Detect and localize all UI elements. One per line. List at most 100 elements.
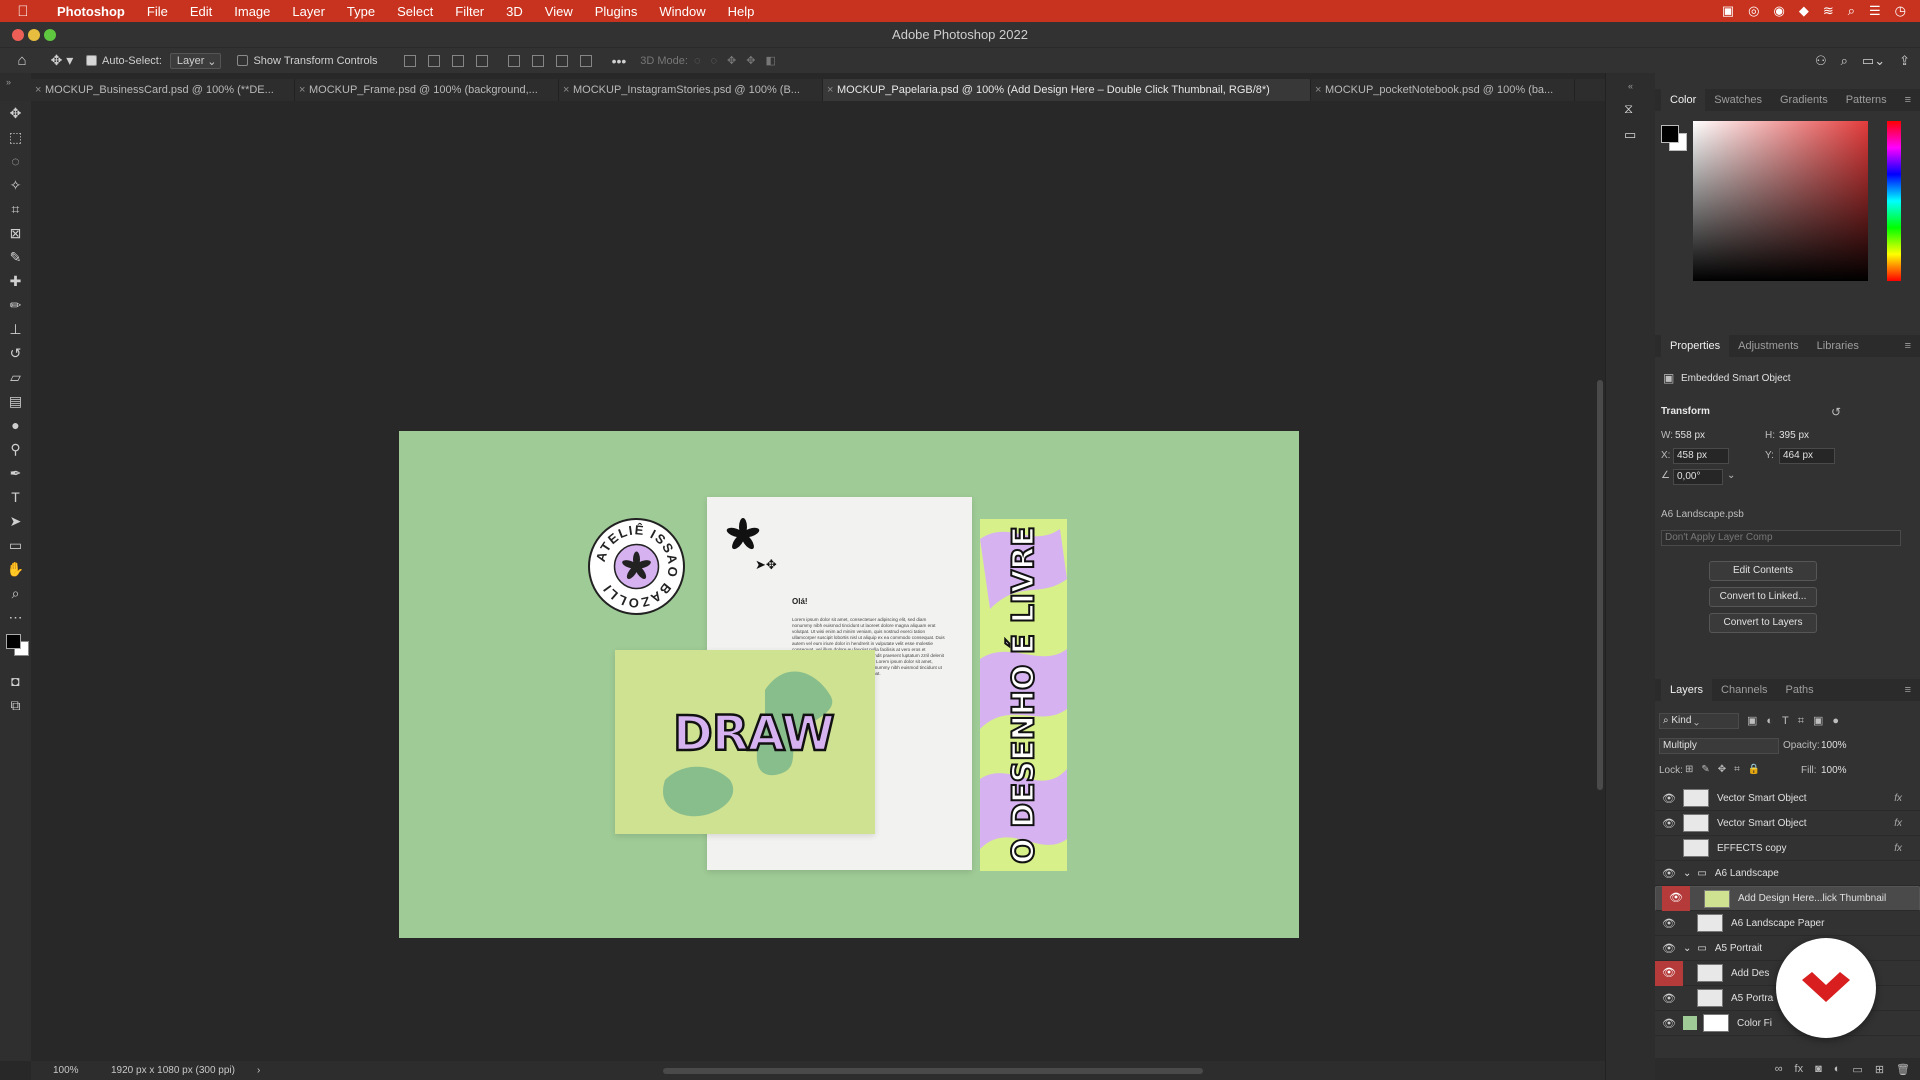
align-right-icon[interactable] bbox=[451, 54, 464, 67]
align-middle-icon[interactable] bbox=[531, 54, 544, 67]
align-center-icon[interactable] bbox=[427, 54, 440, 67]
tab-gradients[interactable]: Gradients bbox=[1771, 89, 1837, 111]
fill-value[interactable]: 100% bbox=[1821, 765, 1847, 776]
visibility-eye-icon[interactable]: 👁 bbox=[1655, 817, 1683, 830]
move-tool-preset-icon[interactable]: ✥ ▾ bbox=[44, 52, 80, 69]
eyedropper-icon[interactable]: ✎ bbox=[0, 245, 31, 269]
tab-instagramstories[interactable]: × MOCKUP_InstagramStories.psd @ 100% (B..… bbox=[559, 79, 823, 101]
search-icon[interactable]: ⌕ bbox=[1841, 53, 1848, 69]
pen-tool-icon[interactable]: ✒ bbox=[0, 461, 31, 485]
visibility-eye-icon[interactable]: 👁 bbox=[1655, 867, 1683, 880]
magic-wand-icon[interactable]: ✧ bbox=[0, 173, 31, 197]
distribute-icon[interactable] bbox=[475, 54, 488, 67]
zoom-tool-icon[interactable]: ⌕ bbox=[0, 581, 31, 605]
menu-edit[interactable]: Edit bbox=[179, 4, 223, 19]
canvas-area[interactable]: ATELIÊ ISSAO BAZOLLI Olá! Lorem ipsum do… bbox=[31, 101, 1605, 1061]
minimize-window-button[interactable] bbox=[28, 29, 40, 41]
layer-comp-dropdown[interactable]: Don't Apply Layer Comp bbox=[1661, 530, 1901, 546]
close-tab-icon[interactable]: × bbox=[563, 79, 569, 101]
eraser-tool-icon[interactable]: ▱ bbox=[0, 365, 31, 389]
rectangle-tool-icon[interactable]: ▭ bbox=[0, 533, 31, 557]
quick-mask-icon[interactable]: ◘ bbox=[0, 669, 31, 693]
layer-row[interactable]: 👁 Vector Smart Object fx bbox=[1655, 811, 1920, 836]
menu-select[interactable]: Select bbox=[386, 4, 444, 19]
show-transform-checkbox[interactable] bbox=[237, 55, 253, 67]
tab-layers[interactable]: Layers bbox=[1661, 679, 1713, 701]
align-top-icon[interactable] bbox=[507, 54, 520, 67]
layer-row[interactable]: EFFECTS copy fx bbox=[1655, 836, 1920, 861]
visibility-eye-icon[interactable]: 👁 bbox=[1655, 942, 1683, 955]
panel-menu-icon[interactable]: ≡ bbox=[1896, 335, 1920, 357]
status-menu-icon[interactable]: › bbox=[257, 1061, 260, 1080]
menu-image[interactable]: Image bbox=[223, 4, 281, 19]
auto-select-dropdown[interactable]: Layer ⌄ bbox=[169, 52, 222, 69]
delete-layer-icon[interactable]: 🗑 bbox=[1896, 1063, 1910, 1076]
angle-dropdown-icon[interactable]: ⌄ bbox=[1727, 470, 1735, 481]
new-group-icon[interactable]: ▭ bbox=[1852, 1063, 1862, 1076]
history-brush-icon[interactable]: ↺ bbox=[0, 341, 31, 365]
close-tab-icon[interactable]: × bbox=[1315, 79, 1321, 101]
y-input[interactable]: 464 px bbox=[1779, 448, 1835, 464]
lock-icons[interactable]: ⊞✎✥⌗🔒 bbox=[1685, 764, 1768, 775]
horizontal-scrollbar[interactable] bbox=[663, 1068, 1203, 1074]
tab-properties[interactable]: Properties bbox=[1661, 335, 1730, 357]
clone-stamp-icon[interactable]: ⊥ bbox=[0, 317, 31, 341]
reset-transform-icon[interactable]: ↺ bbox=[1831, 405, 1841, 419]
foreground-color-swatch[interactable] bbox=[6, 634, 21, 649]
menu-app-name[interactable]: Photoshop bbox=[46, 4, 136, 19]
sync-icon[interactable]: ◉ bbox=[1773, 3, 1784, 19]
type-tool-icon[interactable]: T bbox=[0, 485, 31, 509]
notification-icon[interactable]: ◆ bbox=[1799, 3, 1809, 19]
comments-icon[interactable]: ▭ bbox=[1624, 127, 1636, 143]
gradient-tool-icon[interactable]: ▤ bbox=[0, 389, 31, 413]
menu-window[interactable]: Window bbox=[648, 4, 716, 19]
blend-mode-dropdown[interactable]: Multiply bbox=[1659, 738, 1779, 754]
workspace-icon[interactable]: ▭⌄ bbox=[1862, 53, 1885, 69]
spotlight-search-icon[interactable]: ⌕ bbox=[1848, 3, 1855, 19]
tab-businesscard[interactable]: × MOCKUP_BusinessCard.psd @ 100% (**DE... bbox=[31, 79, 295, 101]
tab-adjustments[interactable]: Adjustments bbox=[1729, 335, 1808, 357]
group-expand-icon[interactable]: ⌄ bbox=[1683, 943, 1691, 954]
add-mask-icon[interactable]: ◙ bbox=[1815, 1063, 1822, 1075]
creative-cloud-icon[interactable]: ◎ bbox=[1748, 3, 1759, 19]
panel-menu-icon[interactable]: ≡ bbox=[1896, 679, 1920, 701]
tab-paths[interactable]: Paths bbox=[1777, 679, 1823, 701]
layer-fx-icon[interactable]: fx bbox=[1894, 818, 1902, 829]
layer-group-row[interactable]: 👁 ⌄ ▭ A6 Landscape bbox=[1655, 861, 1920, 886]
panel-menu-icon[interactable]: ≡ bbox=[1896, 89, 1920, 111]
zoom-window-button[interactable] bbox=[44, 29, 56, 41]
hue-slider[interactable] bbox=[1887, 121, 1901, 281]
expand-panels-icon[interactable]: « bbox=[1628, 81, 1633, 91]
tab-pocketnotebook[interactable]: × MOCKUP_pocketNotebook.psd @ 100% (ba... bbox=[1311, 79, 1575, 101]
tab-channels[interactable]: Channels bbox=[1712, 679, 1776, 701]
x-input[interactable]: 458 px bbox=[1673, 448, 1729, 464]
history-icon[interactable]: ⧖ bbox=[1624, 101, 1633, 117]
layer-row-selected[interactable]: 👁 Add Design Here...lick Thumbnail bbox=[1655, 886, 1920, 911]
distribute-vertical-icon[interactable] bbox=[579, 54, 592, 67]
share-document-icon[interactable]: ⇪ bbox=[1899, 53, 1910, 69]
tab-libraries[interactable]: Libraries bbox=[1808, 335, 1868, 357]
layer-fx-icon[interactable]: fx bbox=[1894, 843, 1902, 854]
healing-brush-icon[interactable]: ✚ bbox=[0, 269, 31, 293]
edit-toolbar-icon[interactable]: ⋯ bbox=[0, 605, 31, 629]
menu-type[interactable]: Type bbox=[336, 4, 386, 19]
document-canvas[interactable]: ATELIÊ ISSAO BAZOLLI Olá! Lorem ipsum do… bbox=[399, 431, 1299, 938]
apple-icon[interactable]:  bbox=[0, 3, 46, 20]
move-tool-icon[interactable]: ✥ bbox=[0, 101, 31, 125]
share-icon[interactable]: ⚇ bbox=[1815, 53, 1827, 69]
close-tab-icon[interactable]: × bbox=[35, 79, 41, 101]
group-expand-icon[interactable]: ⌄ bbox=[1683, 868, 1691, 879]
edit-contents-button[interactable]: Edit Contents bbox=[1709, 561, 1817, 581]
menu-view[interactable]: View bbox=[534, 4, 584, 19]
acrobat-icon[interactable]: ▣ bbox=[1722, 3, 1734, 19]
tab-papelaria[interactable]: × MOCKUP_Papelaria.psd @ 100% (Add Design… bbox=[823, 79, 1311, 101]
screen-mode-icon[interactable]: ⧉ bbox=[0, 693, 31, 717]
color-swatches[interactable] bbox=[0, 629, 31, 669]
brush-tool-icon[interactable]: ✏ bbox=[0, 293, 31, 317]
lasso-tool-icon[interactable]: ◌ bbox=[0, 149, 31, 173]
close-tab-icon[interactable]: × bbox=[299, 79, 305, 101]
auto-select-checkbox[interactable] bbox=[86, 55, 102, 67]
foreground-color-swatch[interactable] bbox=[1661, 125, 1679, 143]
layer-fx-icon[interactable]: fx bbox=[1894, 793, 1902, 804]
toolbar-collapse-icon[interactable]: » bbox=[0, 73, 31, 101]
